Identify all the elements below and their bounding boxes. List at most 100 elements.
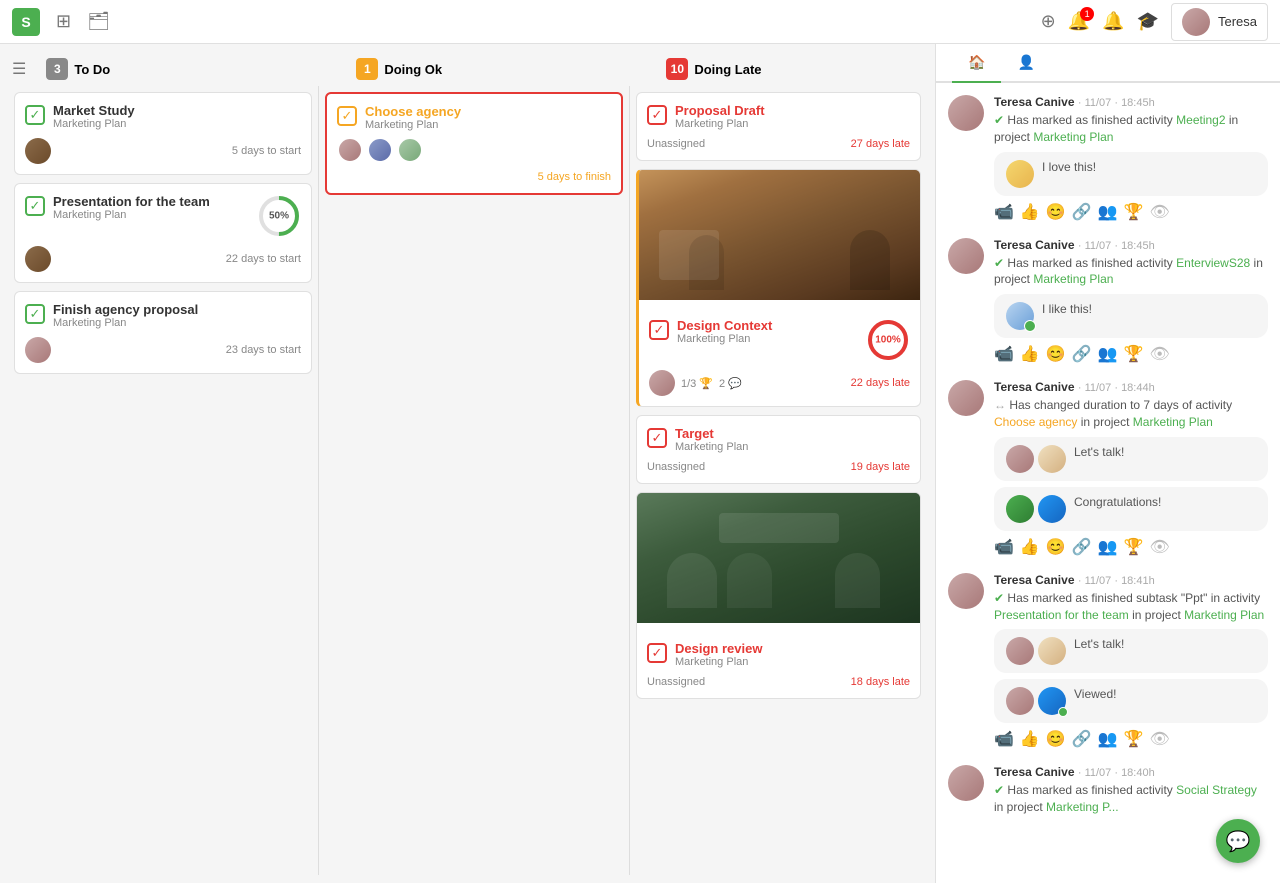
card-market-study[interactable]: ✓ Market Study Marketing Plan 5 days to [14, 92, 312, 175]
card-title-choose-agency: Choose agency [365, 104, 461, 119]
activity-time-3: · 11/07 · 18:44h [1078, 382, 1155, 394]
card-target[interactable]: ✓ Target Marketing Plan Unassigned 19 da… [636, 415, 921, 484]
reaction-video-2[interactable]: 📹 [994, 344, 1014, 364]
card-project-choose-agency: Marketing Plan [365, 119, 461, 131]
activity-link-2b[interactable]: Marketing Plan [1033, 272, 1113, 286]
logo[interactable]: S [12, 8, 40, 36]
card-title-finish-agency: Finish agency proposal [53, 302, 198, 317]
reaction-eye-3[interactable]: 👁 [1150, 537, 1170, 557]
reaction-eye-2[interactable]: 👁 [1150, 344, 1170, 364]
briefcase-icon[interactable]: 🗂 [87, 11, 110, 32]
activity-link-3a[interactable]: Choose agency [994, 415, 1077, 429]
checkbox-presentation[interactable]: ✓ [25, 196, 45, 216]
card-proposal-draft[interactable]: ✓ Proposal Draft Marketing Plan Unassign… [636, 92, 921, 161]
reaction-eye[interactable]: 👁 [1150, 202, 1170, 222]
reaction-share-3[interactable]: 🔗 [1072, 537, 1092, 557]
activity-text-4: ✔ Has marked as finished subtask "Ppt" i… [994, 590, 1268, 624]
reaction-thumbsup[interactable]: 👍 [1020, 202, 1040, 222]
card-presentation[interactable]: ✓ Presentation for the team Marketing Pl… [14, 183, 312, 283]
search-icon[interactable]: ⊞ [56, 11, 71, 32]
user-menu[interactable]: Teresa [1171, 3, 1268, 41]
activity-link-1b[interactable]: Marketing Plan [1033, 130, 1113, 144]
reaction-group-4[interactable]: 👥 [1098, 729, 1118, 749]
comment-4a: Let's talk! [994, 629, 1268, 673]
activity-name-2: Teresa Canive [994, 238, 1075, 252]
graduation-icon[interactable]: 🎓 [1137, 11, 1159, 32]
activity-time-1: · 11/07 · 18:45h [1078, 97, 1155, 109]
days-late-design-context: 22 days late [851, 377, 910, 389]
column-doing-late: ✓ Proposal Draft Marketing Plan Unassign… [630, 86, 927, 875]
notification-icon[interactable]: 🔔 1 [1068, 11, 1090, 32]
checkbox-choose-agency[interactable]: ✓ [337, 106, 357, 126]
reaction-trophy-4[interactable]: 🏆 [1124, 729, 1144, 749]
checkbox-target[interactable]: ✓ [647, 428, 667, 448]
reaction-thumbsup-4[interactable]: 👍 [1020, 729, 1040, 749]
activity-link-4a[interactable]: Presentation for the team [994, 608, 1129, 622]
activity-item-5: Teresa Canive · 11/07 · 18:40h ✔ Has mar… [948, 765, 1268, 816]
card-title-proposal-draft: Proposal Draft [675, 103, 765, 118]
add-task-icon[interactable]: ⊕ [1041, 11, 1056, 32]
todo-count: 3 [46, 58, 68, 80]
activity-content-3: Teresa Canive · 11/07 · 18:44h ↔ Has cha… [994, 380, 1268, 557]
chat-button[interactable]: 💬 [1216, 819, 1260, 863]
activity-link-4b[interactable]: Marketing Plan [1184, 608, 1264, 622]
activity-text-1: ✔ Has marked as finished activity Meetin… [994, 112, 1268, 146]
doing-late-count: 10 [666, 58, 688, 80]
tab-home[interactable]: 🏠 [952, 44, 1001, 83]
bell-icon[interactable]: 🔔 [1102, 11, 1124, 32]
reaction-trophy[interactable]: 🏆 [1124, 202, 1144, 222]
card-design-review[interactable]: ✓ Design review Marketing Plan Unassigne… [636, 492, 921, 699]
checkbox-design-review[interactable]: ✓ [647, 643, 667, 663]
days-late-target: 19 days late [851, 461, 910, 473]
reaction-group-2[interactable]: 👥 [1098, 344, 1118, 364]
navbar: S ⊞ 🗂 ⊕ 🔔 1 🔔 🎓 Teresa [0, 0, 1280, 44]
reaction-trophy-2[interactable]: 🏆 [1124, 344, 1144, 364]
activity-link-5b[interactable]: Marketing P... [1046, 800, 1118, 814]
reaction-group-3[interactable]: 👥 [1098, 537, 1118, 557]
card-title-presentation: Presentation for the team [53, 194, 210, 209]
checkbox-proposal-draft[interactable]: ✓ [647, 105, 667, 125]
reaction-group[interactable]: 👥 [1098, 202, 1118, 222]
reaction-share-4[interactable]: 🔗 [1072, 729, 1092, 749]
avatar-finish-agency [25, 337, 51, 363]
activity-text-3: ↔ Has changed duration to 7 days of acti… [994, 397, 1268, 431]
tab-person[interactable]: 👤 [1001, 44, 1050, 83]
col-header-doing-late: 10 Doing Late [654, 52, 927, 86]
card-image-design-review [637, 493, 920, 623]
reactions-3: 📹 👍 😊 🔗 👥 🏆 👁 [994, 537, 1268, 557]
activity-link-5a[interactable]: Social Strategy [1176, 783, 1257, 797]
activity-link-2a[interactable]: EnterviewS28 [1176, 256, 1250, 270]
card-choose-agency[interactable]: ✓ Choose agency Marketing Plan [325, 92, 623, 195]
progress-pct-presentation: 50% [269, 211, 289, 222]
reaction-share[interactable]: 🔗 [1072, 202, 1092, 222]
reaction-smile-2[interactable]: 😊 [1046, 344, 1066, 364]
progress-design-context: 100% [866, 318, 910, 362]
reaction-trophy-3[interactable]: 🏆 [1124, 537, 1144, 557]
card-design-context[interactable]: ✓ Design Context Marketing Plan [636, 169, 921, 407]
reaction-video[interactable]: 📹 [994, 202, 1014, 222]
reaction-video-4[interactable]: 📹 [994, 729, 1014, 749]
sidebar-toggle-icon[interactable]: ☰ [12, 59, 26, 79]
activity-panel: 🏠 👤 Teresa Canive · 11/07 · 18:45h ✔ Has… [935, 44, 1280, 883]
activity-link-1a[interactable]: Meeting2 [1176, 113, 1225, 127]
avatar-2-choose-agency [367, 137, 393, 163]
reaction-smile[interactable]: 😊 [1046, 202, 1066, 222]
reaction-thumbsup-3[interactable]: 👍 [1020, 537, 1040, 557]
card-finish-agency[interactable]: ✓ Finish agency proposal Marketing Plan [14, 291, 312, 374]
checkbox-design-context[interactable]: ✓ [649, 320, 669, 340]
reaction-thumbsup-2[interactable]: 👍 [1020, 344, 1040, 364]
board-area: ☰ 3 To Do 1 Doing Ok 10 Doing Late [0, 44, 935, 883]
reaction-smile-4[interactable]: 😊 [1046, 729, 1066, 749]
doing-ok-label: Doing Ok [384, 62, 442, 77]
reaction-share-2[interactable]: 🔗 [1072, 344, 1092, 364]
reaction-smile-3[interactable]: 😊 [1046, 537, 1066, 557]
checkbox-finish-agency[interactable]: ✓ [25, 304, 45, 324]
card-project-proposal-draft: Marketing Plan [675, 118, 765, 130]
col-header-doing-ok: 1 Doing Ok [344, 52, 654, 86]
card-project-design-context: Marketing Plan [677, 333, 858, 345]
activity-link-3b[interactable]: Marketing Plan [1133, 415, 1213, 429]
reaction-video-3[interactable]: 📹 [994, 537, 1014, 557]
checkbox-market-study[interactable]: ✓ [25, 105, 45, 125]
reaction-eye-4[interactable]: 👁 [1150, 729, 1170, 749]
days-presentation: 22 days to start [226, 253, 301, 265]
